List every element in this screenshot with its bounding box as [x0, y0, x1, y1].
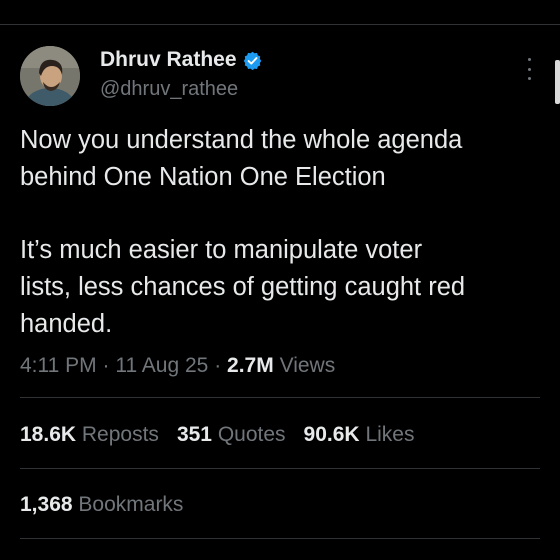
quotes-stat[interactable]: 351 Quotes: [177, 421, 286, 449]
stats-divider-top: [20, 397, 540, 398]
bookmarks-stat[interactable]: 1,368 Bookmarks: [20, 491, 183, 519]
tweet-paragraph: Now you understand the whole agenda behi…: [20, 126, 463, 191]
scrollbar-thumb[interactable]: [555, 60, 560, 104]
more-dot: [527, 67, 531, 71]
display-name[interactable]: Dhruv Rathee: [100, 47, 237, 73]
reposts-count: 18.6K: [20, 423, 77, 446]
more-dot: [527, 77, 531, 80]
bookmarks-label: Bookmarks: [78, 493, 184, 516]
stats-divider-middle: [20, 468, 540, 469]
reposts-stat[interactable]: 18.6K Reposts: [20, 421, 159, 449]
tweet-meta: 4:11 PM · 11 Aug 25 · 2.7M Views: [20, 352, 335, 380]
tweet-text: Now you understand the whole agenda behi…: [20, 122, 540, 343]
engagement-stats: 18.6K Reposts 351 Quotes 90.6K Likes: [20, 421, 414, 449]
views-count: 2.7M: [227, 354, 274, 377]
tweet-paragraph: It’s much easier to manipulate voter lis…: [20, 236, 466, 338]
name-row: Dhruv Rathee: [100, 47, 262, 73]
stats-divider-bottom: [20, 538, 540, 539]
avatar-image: [20, 46, 80, 106]
meta-separator: ·: [102, 354, 116, 377]
verified-badge-icon[interactable]: [243, 51, 262, 70]
likes-count: 90.6K: [303, 423, 360, 446]
tweet-time[interactable]: 4:11 PM: [20, 354, 97, 377]
handle[interactable]: @dhruv_rathee: [100, 77, 262, 101]
quotes-label: Quotes: [217, 423, 286, 446]
likes-stat[interactable]: 90.6K Likes: [304, 421, 415, 449]
more-options-icon[interactable]: [524, 58, 534, 80]
meta-separator: ·: [214, 354, 228, 377]
quotes-count: 351: [176, 423, 212, 446]
likes-label: Likes: [365, 423, 415, 446]
tweet-date[interactable]: 11 Aug 25: [115, 354, 208, 377]
reposts-label: Reposts: [81, 423, 159, 446]
author-block: Dhruv Rathee @dhruv_rathee: [100, 47, 262, 101]
views-label: Views: [279, 354, 336, 377]
avatar[interactable]: [20, 46, 80, 106]
top-divider: [0, 24, 560, 25]
bookmarks-count: 1,368: [20, 493, 73, 516]
more-dot: [527, 58, 531, 61]
